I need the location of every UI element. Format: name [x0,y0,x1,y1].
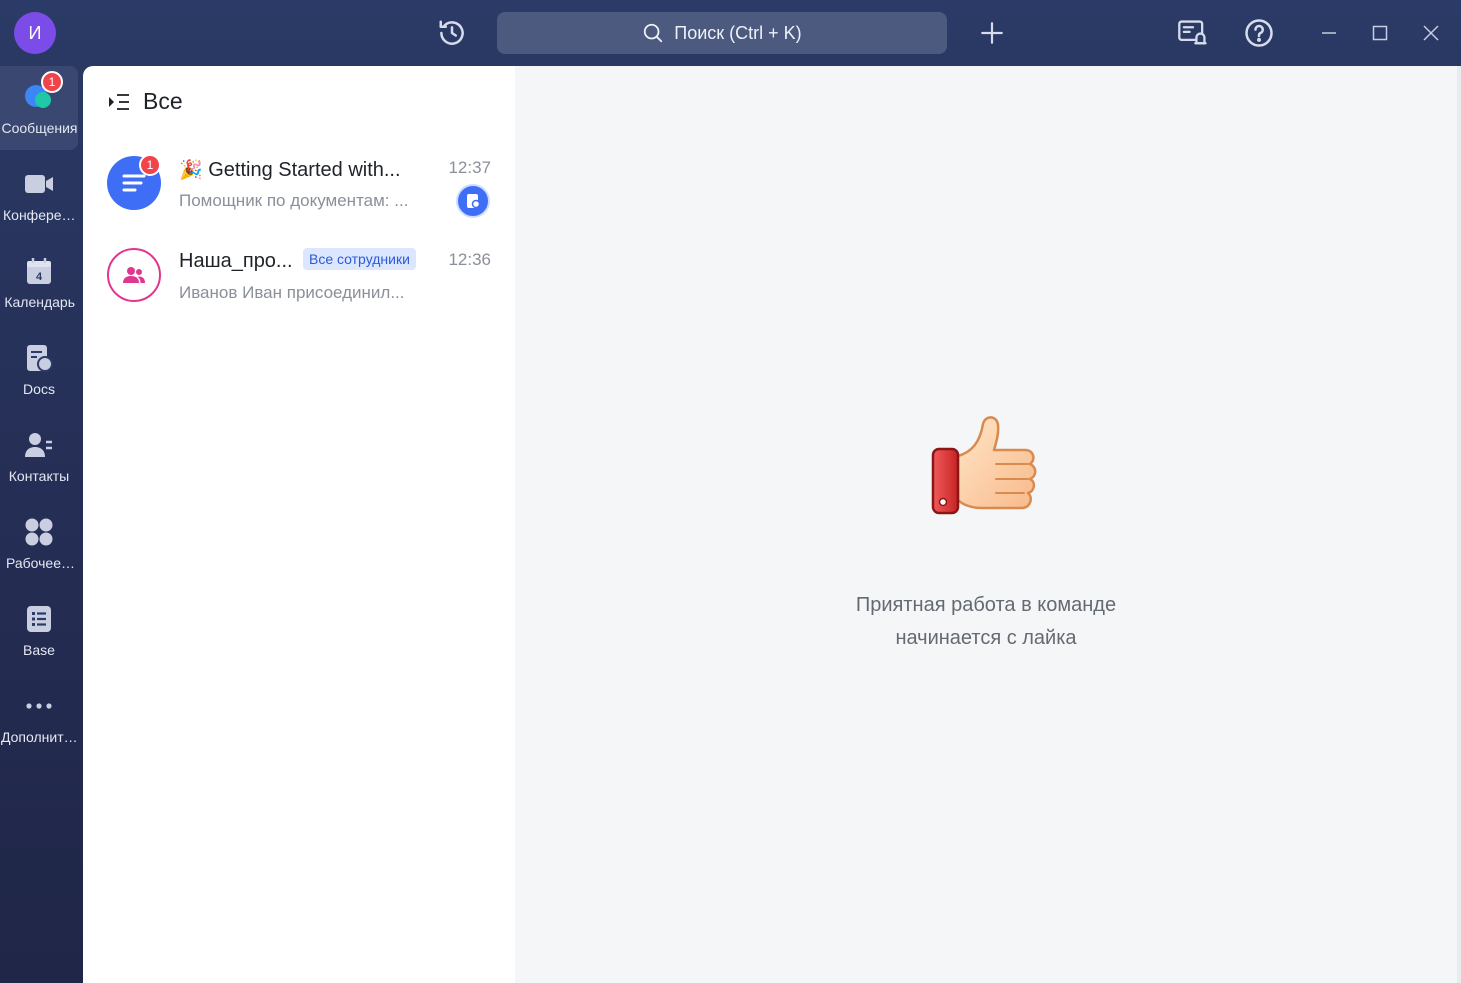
left-nav: 1 Сообщения Конфере… 4 Календарь Docs Ко… [0,66,83,983]
nav-item-contacts[interactable]: Контакты [0,414,78,498]
chat-row[interactable]: Наша_про... Все сотрудники Иванов Иван п… [83,238,515,326]
nav-item-calendar[interactable]: 4 Календарь [0,240,78,324]
chat-filter[interactable]: Все [107,88,183,115]
chat-title: Наша_про... [179,250,293,272]
search-icon [644,23,663,43]
app-window: И Поиск (Ctrl + K) 1 Сообщения Конфере… … [0,0,1461,983]
history-icon[interactable] [433,14,471,52]
doc-lines-icon [122,174,146,192]
user-avatar[interactable]: И [14,12,56,54]
workspace-icon [23,516,55,548]
chat-row[interactable]: 1 🎉 Getting Started with... Помощник по … [83,146,515,234]
nav-label: Конфере… [3,206,75,223]
nav-item-more[interactable]: Дополнит… [0,675,78,759]
notification-list-icon[interactable] [1174,14,1212,52]
base-icon [23,603,55,635]
help-icon[interactable] [1240,14,1278,52]
close-button[interactable] [1412,14,1450,52]
plus-icon[interactable] [973,14,1011,52]
nav-item-messages[interactable]: 1 Сообщения [0,66,78,150]
chat-time: 12:37 [448,158,491,177]
more-icon [23,690,55,722]
nav-label: Docs [23,380,55,397]
nav-label: Рабочее… [5,554,75,571]
doc-assistant-icon [456,184,490,218]
search-bar[interactable]: Поиск (Ctrl + K) [497,12,947,54]
chat-preview: Помощник по документам: ... [179,191,409,210]
chat-name: 🎉 Getting Started with... [179,158,401,182]
calendar-icon: 4 [23,255,55,287]
nav-item-workspace[interactable]: Рабочее… [0,501,78,585]
filter-label: Все [143,88,183,114]
nav-label: Контакты [8,467,70,484]
video-icon [23,168,55,200]
thumbs-up-icon [931,416,1037,515]
chat-unread-badge: 1 [139,154,161,176]
calendar-day-text: 4 [36,271,43,283]
maximize-button[interactable] [1361,14,1399,52]
empty-state-line-1: Приятная работа в команде [855,594,1117,616]
chat-content-empty: Приятная работа в команде начинается с л… [515,66,1457,983]
contacts-icon [23,429,55,461]
chat-avatar: 1 [107,154,161,210]
empty-state-line-2: начинается с лайка [895,627,1077,649]
nav-label: Дополнит… [1,728,77,745]
minimize-button[interactable] [1310,14,1348,52]
chat-preview: Иванов Иван присоединил... [179,283,405,302]
window-edge [1457,66,1461,983]
party-emoji: 🎉 [179,160,203,181]
chat-title: Getting Started with... [208,159,401,181]
search-placeholder: Поиск (Ctrl + K) [674,22,802,43]
nav-item-docs[interactable]: Docs [0,327,78,411]
nav-item-conference[interactable]: Конфере… [0,153,78,237]
filter-menu-icon [109,93,129,110]
docs-icon [23,342,55,374]
chat-list-panel: Все 1 🎉 Getting Started with... Помощник… [83,66,515,983]
all-staff-tag: Все сотрудники [303,248,416,270]
nav-label: Сообщения [1,119,77,136]
chat-time: 12:36 [448,250,491,269]
group-icon [123,267,145,283]
nav-label: Календарь [4,293,75,310]
nav-item-base[interactable]: Base [0,588,78,672]
messages-icon: 1 [23,70,63,113]
messages-badge: 1 [41,70,63,93]
title-bar: И Поиск (Ctrl + K) [0,0,1461,66]
nav-label: Base [23,641,55,658]
group-avatar [107,248,161,302]
